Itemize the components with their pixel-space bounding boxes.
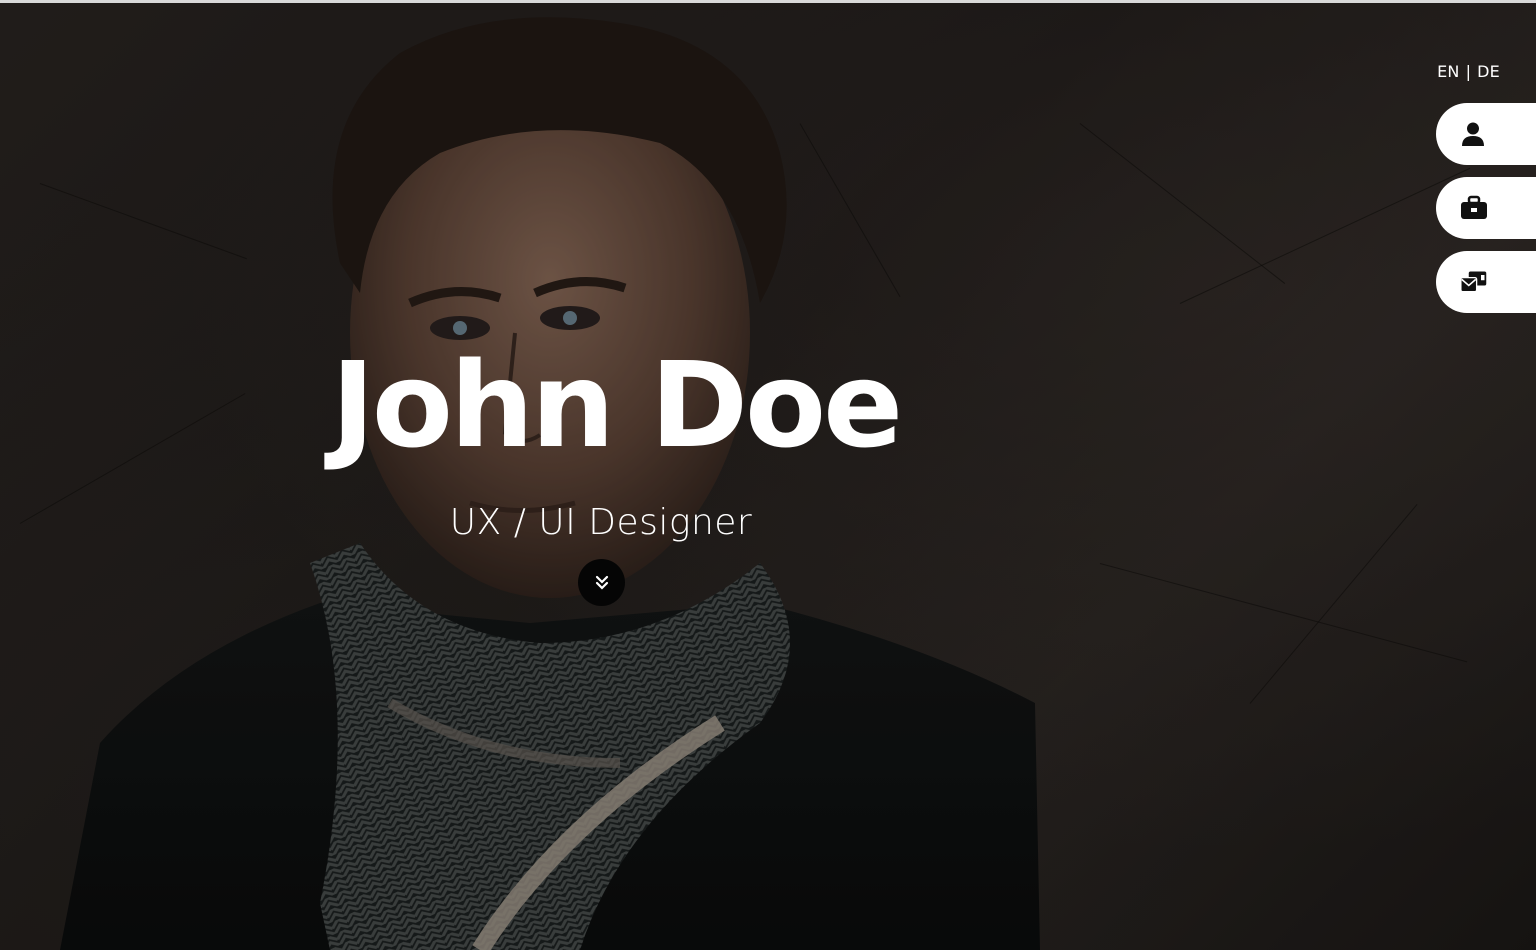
side-navigation: [1436, 103, 1536, 313]
nav-portfolio-button[interactable]: [1436, 177, 1536, 239]
double-chevron-down-icon: [595, 575, 608, 590]
lang-option-de[interactable]: DE: [1477, 62, 1500, 81]
lang-option-en[interactable]: EN: [1437, 62, 1459, 81]
hero-name: John Doe: [331, 336, 903, 474]
scroll-down-button[interactable]: [578, 559, 625, 606]
mail-inbox-icon: [1460, 271, 1487, 293]
briefcase-icon: [1461, 195, 1487, 219]
nav-about-button[interactable]: [1436, 103, 1536, 165]
user-icon: [1462, 122, 1484, 146]
nav-contact-button[interactable]: [1436, 251, 1536, 313]
lang-separator: |: [1465, 62, 1472, 81]
hero-job-title: UX / UI Designer: [449, 502, 753, 543]
language-switcher: EN | DE: [1437, 62, 1500, 81]
